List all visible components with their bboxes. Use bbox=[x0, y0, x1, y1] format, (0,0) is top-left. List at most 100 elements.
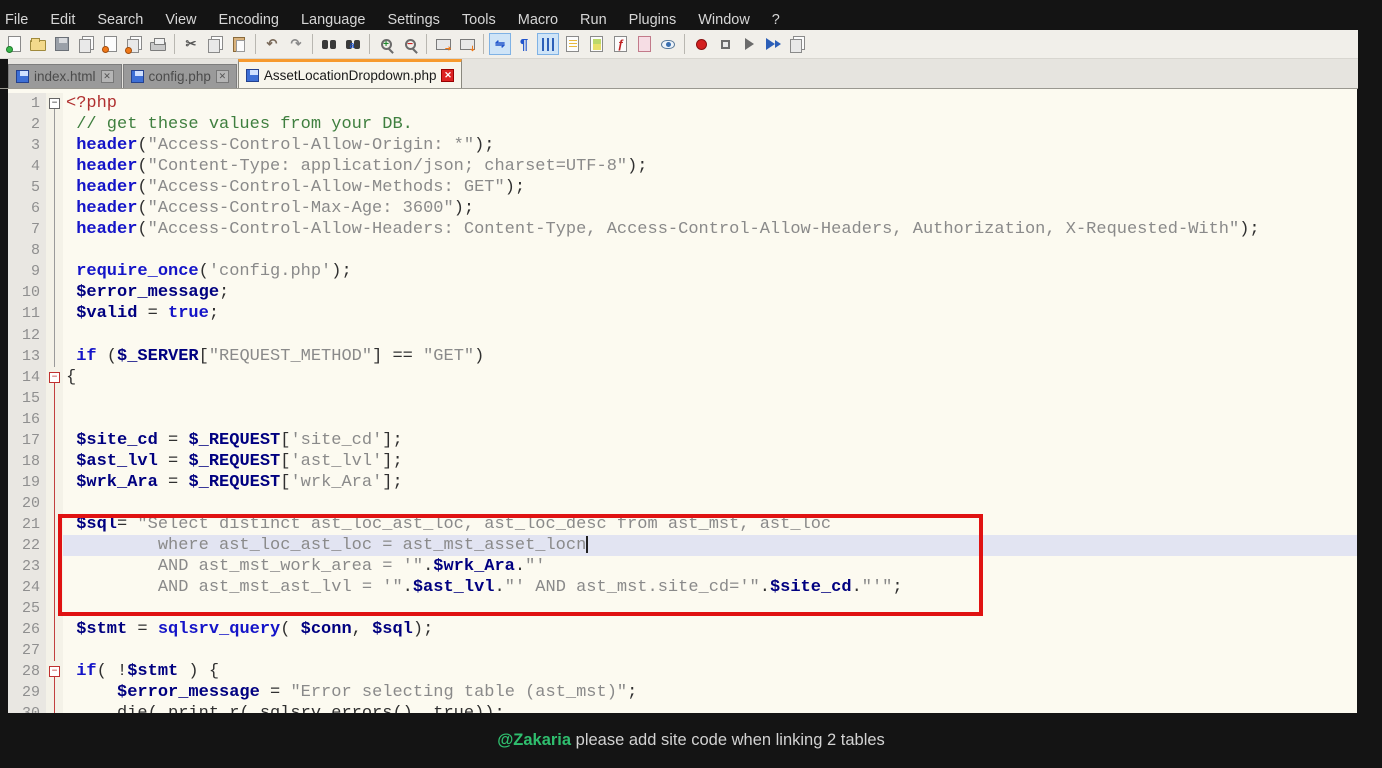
menu-item-search[interactable]: Search bbox=[86, 10, 154, 30]
code-text: { bbox=[63, 368, 1357, 387]
code-line-24[interactable]: 24 AND ast_mst_ast_lvl = '".$ast_lvl."' … bbox=[8, 577, 1357, 598]
code-line-27[interactable]: 27 bbox=[8, 640, 1357, 661]
tab-index.html[interactable]: index.html✕ bbox=[8, 64, 122, 88]
code-line-23[interactable]: 23 AND ast_mst_work_area = '".$wrk_Ara."… bbox=[8, 556, 1357, 577]
code-line-21[interactable]: 21 $sql= "Select distinct ast_loc_ast_lo… bbox=[8, 514, 1357, 535]
code-text: $ast_lvl = $_REQUEST['ast_lvl']; bbox=[63, 452, 1357, 471]
close-icon[interactable] bbox=[99, 33, 121, 55]
code-line-25[interactable]: 25 bbox=[8, 598, 1357, 619]
code-line-4[interactable]: 4 header("Content-Type: application/json… bbox=[8, 156, 1357, 177]
code-text: $stmt = sqlsrv_query( $conn, $sql); bbox=[63, 620, 1357, 639]
code-line-18[interactable]: 18 $ast_lvl = $_REQUEST['ast_lvl']; bbox=[8, 451, 1357, 472]
tab-config.php[interactable]: config.php✕ bbox=[123, 64, 237, 88]
new-file-icon[interactable] bbox=[3, 33, 25, 55]
code-line-14[interactable]: 14–{ bbox=[8, 367, 1357, 388]
code-line-11[interactable]: 11 $valid = true; bbox=[8, 303, 1357, 324]
menu-item-view[interactable]: View bbox=[154, 10, 207, 30]
save-all-icon[interactable] bbox=[75, 33, 97, 55]
line-number: 16 bbox=[8, 409, 46, 430]
menu-item-tools[interactable]: Tools bbox=[451, 10, 507, 30]
indent-guide-icon[interactable] bbox=[537, 33, 559, 55]
zoom-out-icon[interactable]: − bbox=[399, 33, 421, 55]
fold-margin bbox=[46, 703, 63, 713]
menu-item-settings[interactable]: Settings bbox=[376, 10, 450, 30]
word-wrap-icon[interactable]: ⇋ bbox=[489, 33, 511, 55]
doc-switcher-icon[interactable] bbox=[633, 33, 655, 55]
code-line-29[interactable]: 29 $error_message = "Error selecting tab… bbox=[8, 682, 1357, 703]
code-line-17[interactable]: 17 $site_cd = $_REQUEST['site_cd']; bbox=[8, 430, 1357, 451]
show-all-characters-icon[interactable]: ¶ bbox=[513, 33, 535, 55]
code-line-28[interactable]: 28– if( !$stmt ) { bbox=[8, 661, 1357, 682]
save-icon[interactable] bbox=[51, 33, 73, 55]
open-file-icon[interactable] bbox=[27, 33, 49, 55]
code-area[interactable]: 1–<?php2 // get these values from your D… bbox=[8, 89, 1357, 713]
fold-collapse-icon[interactable]: – bbox=[49, 98, 60, 109]
tab-close-icon[interactable]: ✕ bbox=[216, 70, 229, 83]
fold-margin bbox=[46, 346, 63, 367]
menu-item-language[interactable]: Language bbox=[290, 10, 377, 30]
code-line-6[interactable]: 6 header("Access-Control-Max-Age: 3600")… bbox=[8, 198, 1357, 219]
code-line-7[interactable]: 7 header("Access-Control-Allow-Headers: … bbox=[8, 219, 1357, 240]
print-icon[interactable] bbox=[147, 33, 169, 55]
script-function-icon[interactable] bbox=[609, 33, 631, 55]
macro-save-icon[interactable] bbox=[786, 33, 808, 55]
caption-bar: @Zakaria please add site code when linki… bbox=[0, 713, 1382, 768]
macro-stop-icon[interactable] bbox=[714, 33, 736, 55]
code-line-5[interactable]: 5 header("Access-Control-Allow-Methods: … bbox=[8, 177, 1357, 198]
cut-icon[interactable]: ✂ bbox=[180, 33, 202, 55]
redo-icon[interactable]: ↷ bbox=[285, 33, 307, 55]
zoom-in-icon[interactable]: + bbox=[375, 33, 397, 55]
code-line-10[interactable]: 10 $error_message; bbox=[8, 282, 1357, 303]
function-list-icon[interactable] bbox=[561, 33, 583, 55]
menu-item-macro[interactable]: Macro bbox=[507, 10, 569, 30]
code-line-22[interactable]: 22 where ast_loc_ast_loc = ast_mst_asset… bbox=[8, 535, 1357, 556]
code-line-9[interactable]: 9 require_once('config.php'); bbox=[8, 261, 1357, 282]
code-line-1[interactable]: 1–<?php bbox=[8, 93, 1357, 114]
document-map-icon[interactable] bbox=[585, 33, 607, 55]
tab-close-icon[interactable]: ✕ bbox=[101, 70, 114, 83]
line-number: 8 bbox=[8, 240, 46, 261]
menu-item-window[interactable]: Window bbox=[687, 10, 761, 30]
code-line-16[interactable]: 16 bbox=[8, 409, 1357, 430]
code-line-2[interactable]: 2 // get these values from your DB. bbox=[8, 114, 1357, 135]
code-line-30[interactable]: 30 die( print_r( sqlsrv_errors(), true))… bbox=[8, 703, 1357, 713]
macro-play-icon[interactable] bbox=[738, 33, 760, 55]
code-line-19[interactable]: 19 $wrk_Ara = $_REQUEST['wrk_Ara']; bbox=[8, 472, 1357, 493]
paste-icon[interactable] bbox=[228, 33, 250, 55]
menu-item-encoding[interactable]: Encoding bbox=[208, 10, 290, 30]
menu-item-run[interactable]: Run bbox=[569, 10, 618, 30]
tab-close-icon[interactable]: ✕ bbox=[441, 69, 454, 82]
sync-horizontal-scroll-icon[interactable] bbox=[456, 33, 478, 55]
tab-AssetLocationDropdown.php[interactable]: AssetLocationDropdown.php✕ bbox=[238, 59, 463, 88]
toolbar: ✂ ↶↷ ab +− ⇋¶ bbox=[0, 30, 1358, 59]
code-line-8[interactable]: 8 bbox=[8, 240, 1357, 261]
code-line-3[interactable]: 3 header("Access-Control-Allow-Origin: *… bbox=[8, 135, 1357, 156]
menu-item-edit[interactable]: Edit bbox=[39, 10, 86, 30]
menu-item-plugins[interactable]: Plugins bbox=[618, 10, 688, 30]
code-line-26[interactable]: 26 $stmt = sqlsrv_query( $conn, $sql); bbox=[8, 619, 1357, 640]
replace-icon[interactable]: ab bbox=[342, 33, 364, 55]
copy-icon[interactable] bbox=[204, 33, 226, 55]
macro-run-multiple-icon[interactable] bbox=[762, 33, 784, 55]
sync-vertical-scroll-icon[interactable] bbox=[432, 33, 454, 55]
fold-margin bbox=[46, 514, 63, 535]
editor[interactable]: 1–<?php2 // get these values from your D… bbox=[0, 89, 1358, 713]
code-text: $error_message = "Error selecting table … bbox=[63, 683, 1357, 702]
code-line-20[interactable]: 20 bbox=[8, 493, 1357, 514]
close-all-icon[interactable] bbox=[123, 33, 145, 55]
menu-item-file[interactable]: File bbox=[0, 10, 39, 30]
fold-collapse-icon[interactable]: – bbox=[49, 372, 60, 383]
find-icon[interactable] bbox=[318, 33, 340, 55]
menu-item-help[interactable]: ? bbox=[761, 10, 791, 30]
code-line-13[interactable]: 13 if ($_SERVER["REQUEST_METHOD"] == "GE… bbox=[8, 346, 1357, 367]
fold-collapse-icon[interactable]: – bbox=[49, 666, 60, 677]
undo-icon[interactable]: ↶ bbox=[261, 33, 283, 55]
macro-record-icon[interactable] bbox=[690, 33, 712, 55]
fold-margin bbox=[46, 640, 63, 661]
code-line-15[interactable]: 15 bbox=[8, 388, 1357, 409]
preview-eye-icon[interactable] bbox=[657, 33, 679, 55]
line-number: 29 bbox=[8, 682, 46, 703]
fold-margin bbox=[46, 535, 63, 556]
code-line-12[interactable]: 12 bbox=[8, 325, 1357, 346]
fold-margin bbox=[46, 493, 63, 514]
